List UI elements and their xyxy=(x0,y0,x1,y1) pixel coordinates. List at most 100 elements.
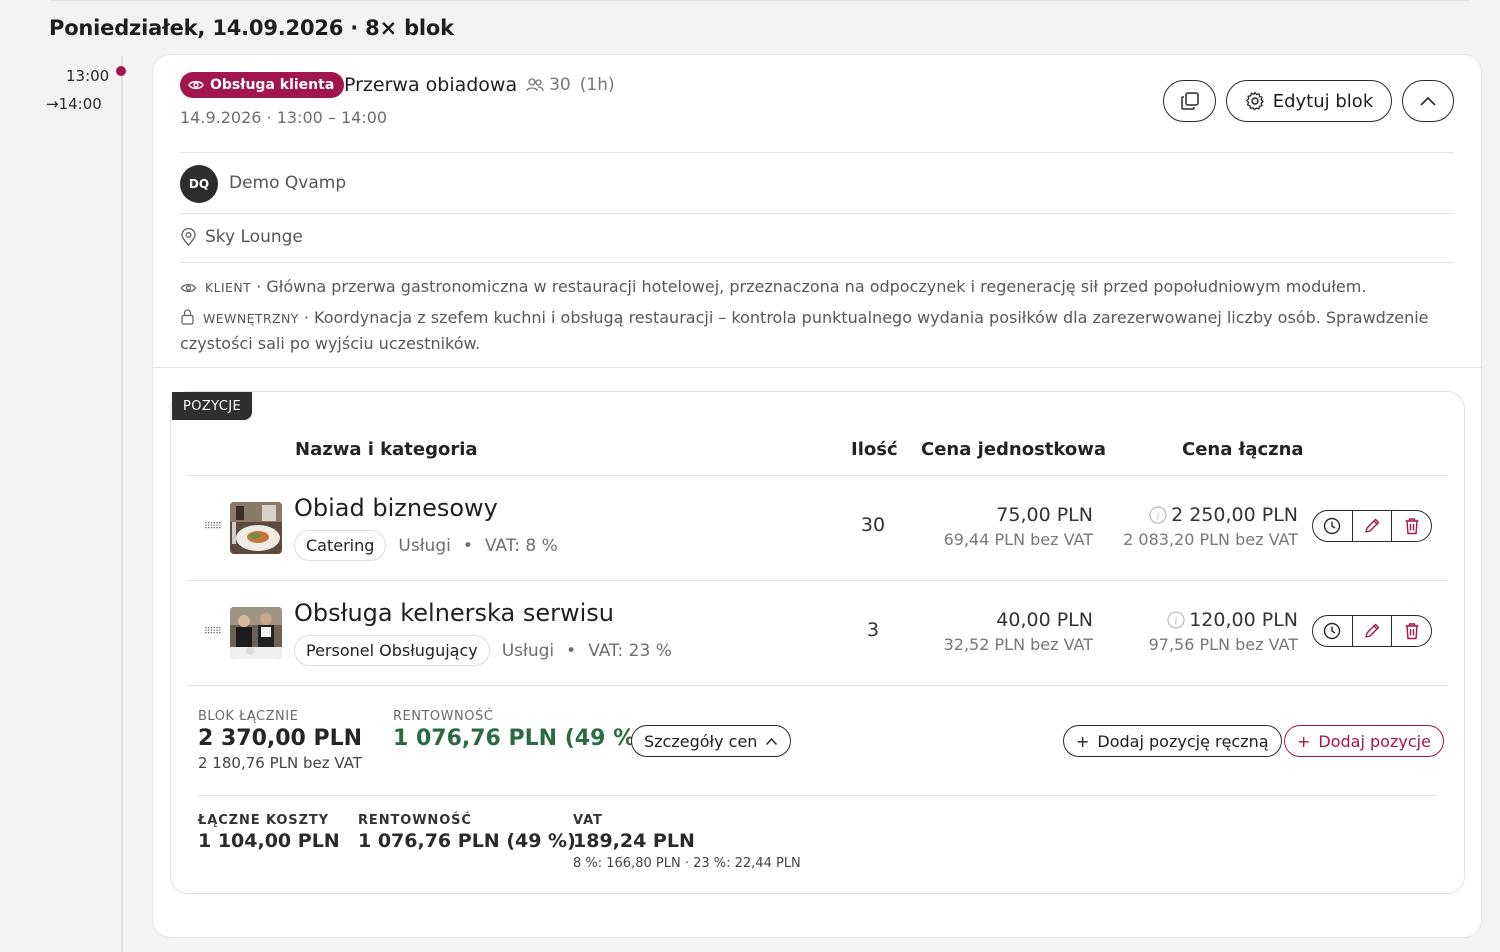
row-actions xyxy=(1312,510,1433,542)
item-type: Usługi xyxy=(398,535,451,556)
block-total-label: BLOK ŁĄCZNIE xyxy=(198,709,299,724)
clock-icon xyxy=(1324,622,1341,640)
add-positions-button[interactable]: + Dodaj pozycje xyxy=(1284,725,1444,757)
location-pin-icon xyxy=(181,228,196,246)
block-datetime: 14.9.2026 · 13:00 – 14:00 xyxy=(180,108,388,127)
gear-icon xyxy=(1245,91,1264,111)
time-end: →14:00 xyxy=(46,95,102,113)
block-title-row: Przerwa obiadowa 30 (1h) xyxy=(344,72,615,98)
costs-label: ŁĄCZNE KOSZTY xyxy=(198,813,329,828)
unit-price-net: 32,52 PLN bez VAT xyxy=(943,635,1093,654)
price-details-button[interactable]: Szczegóły cen xyxy=(631,725,792,757)
edit-button[interactable] xyxy=(1352,615,1393,647)
total-price-gross: i 120,00 PLN xyxy=(1167,609,1298,631)
edit-block-button[interactable]: Edytuj blok xyxy=(1226,80,1392,122)
add-manual-position-button[interactable]: + Dodaj pozycję ręczną xyxy=(1063,725,1282,757)
clock-icon xyxy=(1324,517,1341,535)
item-meta: Personel Obsługujący Usługi • VAT: 23 % xyxy=(294,635,672,666)
participants-count: 30 xyxy=(549,75,571,95)
divider xyxy=(180,213,1454,214)
category-badge[interactable]: Obsługa klienta xyxy=(180,72,345,98)
profit-label: RENTOWNOŚĆ xyxy=(393,709,494,724)
edit-block-label: Edytuj blok xyxy=(1272,90,1374,112)
history-button[interactable] xyxy=(1312,615,1353,647)
total-gross-value: 2 250,00 PLN xyxy=(1171,504,1298,526)
header-qty: Ilość xyxy=(851,439,898,460)
timeline-dot xyxy=(116,66,126,76)
item-name[interactable]: Obiad biznesowy xyxy=(294,494,498,522)
client-name[interactable]: Demo Qvamp xyxy=(229,173,346,193)
block-card: Obsługa klienta Przerwa obiadowa 30 (1h)… xyxy=(152,54,1482,938)
category-chip: Personel Obsługujący xyxy=(294,635,490,666)
price-details-label: Szczegóły cen xyxy=(644,731,758,751)
top-divider xyxy=(50,0,1470,1)
delete-button[interactable] xyxy=(1392,510,1433,542)
venue: Sky Lounge xyxy=(180,227,303,247)
item-vat: VAT: 8 % xyxy=(484,535,558,556)
info-icon[interactable]: i xyxy=(1149,506,1167,524)
category-chip: Catering xyxy=(294,530,387,561)
edit-button[interactable] xyxy=(1352,510,1393,542)
lock-icon xyxy=(181,309,194,325)
unit-price-gross: 75,00 PLN xyxy=(996,504,1093,526)
block-total: 2 370,00 PLN xyxy=(198,726,363,751)
item-thumbnail xyxy=(230,502,282,554)
client-note: KLIENT · Główna przerwa gastronomiczna w… xyxy=(180,274,1450,300)
internal-note-tag: WEWNĘTRZNY xyxy=(203,311,299,326)
chevron-up-icon xyxy=(1420,96,1436,106)
item-vat: VAT: 23 % xyxy=(588,640,672,661)
drag-handle-icon[interactable]: ⠿⠿⠿ xyxy=(204,522,222,532)
client-note-tag: KLIENT xyxy=(205,280,252,295)
unit-price-gross: 40,00 PLN xyxy=(996,609,1093,631)
collapse-button[interactable] xyxy=(1402,80,1454,122)
item-meta: Catering Usługi • VAT: 8 % xyxy=(294,530,558,561)
item-qty: 3 xyxy=(866,619,880,641)
history-button[interactable] xyxy=(1312,510,1353,542)
header-name: Nazwa i kategoria xyxy=(295,439,478,460)
total-price-gross: i 2 250,00 PLN xyxy=(1149,504,1298,526)
duplicate-button[interactable] xyxy=(1163,80,1216,122)
time-start: 13:00 xyxy=(66,67,110,85)
profit2-label: RENTOWNOŚĆ xyxy=(358,813,472,828)
trash-icon xyxy=(1405,623,1419,640)
row-actions xyxy=(1312,615,1433,647)
chevron-up-icon xyxy=(766,737,778,745)
separator: • xyxy=(566,640,577,661)
participants: 30 xyxy=(526,75,571,95)
item-name[interactable]: Obsługa kelnerska serwisu xyxy=(294,599,614,627)
drag-handle-icon[interactable]: ⠿⠿⠿ xyxy=(204,627,222,637)
eye-icon xyxy=(180,283,197,293)
positions-panel: POZYCJE Nazwa i kategoria Ilość Cena jed… xyxy=(170,391,1465,894)
trash-icon xyxy=(1405,518,1419,535)
vat-breakdown: 8 %: 166,80 PLN · 23 %: 22,44 PLN xyxy=(573,856,801,871)
plus-icon: + xyxy=(1076,731,1090,751)
table-row: ⠿⠿⠿ Obsługa kelnerska serwisu Personel O… xyxy=(187,581,1448,686)
profit-value: 1 076,76 PLN (49 %) xyxy=(393,726,646,751)
block-title: Przerwa obiadowa xyxy=(344,74,518,96)
block-total-net: 2 180,76 PLN bez VAT xyxy=(198,754,362,772)
add-manual-label: Dodaj pozycję ręczną xyxy=(1097,731,1269,751)
delete-button[interactable] xyxy=(1392,615,1433,647)
badge-label: Obsługa klienta xyxy=(210,77,335,93)
info-icon[interactable]: i xyxy=(1167,611,1185,629)
pencil-icon xyxy=(1365,518,1380,533)
pencil-icon xyxy=(1365,623,1380,638)
item-qty: 30 xyxy=(860,514,886,536)
table-row: ⠿⠿⠿ Obiad biznesowy Catering Usługi • VA… xyxy=(187,476,1448,581)
copy-icon xyxy=(1180,92,1199,110)
header-total-price: Cena łączna xyxy=(1182,439,1304,460)
total-price-net: 97,56 PLN bez VAT xyxy=(1148,635,1298,654)
internal-note-text: · Koordynacja z szefem kuchni i obsługą … xyxy=(180,308,1429,353)
eye-icon xyxy=(188,80,204,90)
block-duration: (1h) xyxy=(579,75,615,95)
day-header: Poniedziałek, 14.09.2026 · 8× blok xyxy=(40,12,463,48)
divider xyxy=(180,152,1454,153)
costs-value: 1 104,00 PLN xyxy=(198,830,340,852)
summary-divider xyxy=(198,795,1438,796)
total-price-net: 2 083,20 PLN bez VAT xyxy=(1123,530,1298,549)
divider xyxy=(180,262,1454,263)
positions-tag: POZYCJE xyxy=(172,392,253,420)
item-thumbnail xyxy=(230,607,282,659)
plus-icon: + xyxy=(1297,731,1311,751)
total-gross-value: 120,00 PLN xyxy=(1189,609,1298,631)
